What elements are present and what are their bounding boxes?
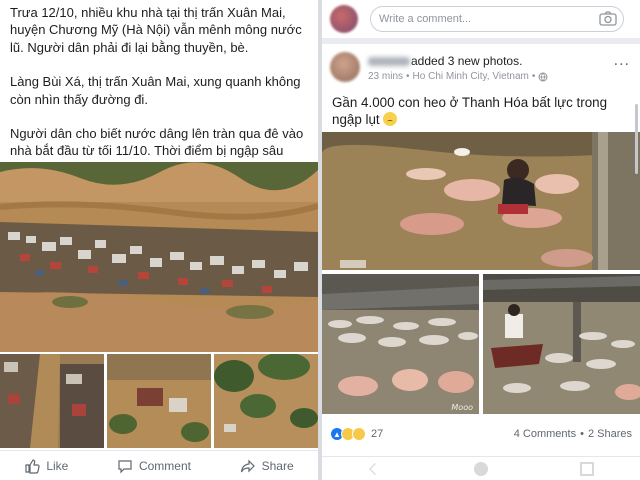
pigs-flood-photo[interactable]: [322, 132, 640, 270]
pigs-warehouse-photo[interactable]: Mooo: [322, 274, 479, 414]
like-button[interactable]: Like: [24, 458, 68, 474]
like-label: Like: [46, 458, 69, 473]
scrollbar[interactable]: [635, 104, 638, 174]
globe-icon: [538, 72, 548, 81]
thumbnail-row: [0, 354, 318, 448]
right-post-panel: Write a comment... added 3 new photos. 2…: [322, 0, 640, 480]
share-count[interactable]: 2 Shares: [588, 428, 632, 440]
flooded-houses-image: [107, 354, 211, 448]
comment-icon: [118, 459, 132, 473]
flooded-street-image: [0, 354, 104, 448]
meta-separator: •: [531, 71, 536, 82]
count-separator: •: [580, 428, 584, 440]
post-paragraph: Làng Bùi Xá, thị trấn Xuân Mai, xung qua…: [10, 74, 301, 107]
comment-count[interactable]: 4 Comments: [514, 428, 576, 440]
back-icon[interactable]: [369, 462, 381, 475]
camera-icon[interactable]: [599, 10, 617, 29]
photo-watermark: Mooo: [451, 403, 473, 412]
flooded-trees-image: [214, 354, 318, 448]
post-card: added 3 new photos. 23 mins • Ho Chi Min…: [322, 44, 640, 480]
author-avatar[interactable]: [330, 52, 360, 82]
share-icon: [240, 459, 255, 472]
thumbnail-photo[interactable]: [107, 354, 211, 448]
post-meta: 23 mins • Ho Chi Minh City, Vietnam •: [368, 71, 548, 82]
post-caption: Gần 4.000 con heo ở Thanh Hóa bất lực tr…: [332, 94, 632, 128]
left-post-panel: Trưa 12/10, nhiều khu nhà tại thị trấn X…: [0, 0, 318, 480]
author-line[interactable]: added 3 new photos.: [368, 54, 522, 68]
home-icon[interactable]: [474, 461, 488, 476]
meta-separator: •: [406, 71, 410, 82]
aerial-flood-photo[interactable]: [0, 162, 318, 352]
share-button[interactable]: Share: [240, 458, 294, 474]
post-header: added 3 new photos. 23 mins • Ho Chi Min…: [330, 52, 630, 86]
author-action: added 3 new photos.: [411, 54, 523, 68]
caption-text: Gần 4.000 con heo ở Thanh Hóa bất lực tr…: [332, 95, 608, 127]
post-paragraph: Trưa 12/10, nhiều khu nhà tại thị trấn X…: [10, 5, 302, 55]
comment-input[interactable]: Write a comment...: [370, 6, 624, 32]
comment-placeholder: Write a comment...: [379, 13, 472, 25]
drowned-pigs-image: [322, 274, 479, 414]
sad-emoji-icon[interactable]: [352, 427, 366, 441]
reaction-count[interactable]: 27: [371, 428, 383, 440]
post-location[interactable]: Ho Chi Minh City, Vietnam: [413, 71, 529, 82]
reactions-bar: ▲ 27 4 Comments • 2 Shares: [330, 424, 632, 444]
like-icon: [25, 458, 40, 474]
avatar[interactable]: [330, 5, 358, 33]
system-nav-bar: [322, 456, 640, 480]
comment-button[interactable]: Comment: [117, 458, 191, 474]
recent-apps-icon[interactable]: [580, 461, 594, 476]
post-actions-bar: Like Comment Share: [0, 450, 318, 480]
aerial-flood-image: [0, 162, 318, 352]
thumbnail-photo[interactable]: [214, 354, 318, 448]
sad-face-emoji-icon: [383, 112, 398, 126]
engagement-counts: 4 Comments • 2 Shares: [514, 428, 632, 440]
post-time[interactable]: 23 mins: [368, 71, 403, 82]
thumbnail-photo[interactable]: [0, 354, 104, 448]
blurred-author-name: [368, 57, 410, 67]
share-label: Share: [261, 458, 294, 473]
boat-among-pigs-image: [483, 274, 640, 414]
comment-composer: Write a comment...: [322, 0, 640, 38]
more-options-button[interactable]: ...: [614, 52, 630, 70]
pigs-swimming-image: [322, 132, 640, 270]
comment-label: Comment: [138, 458, 191, 473]
boat-rescue-photo[interactable]: [483, 274, 640, 414]
